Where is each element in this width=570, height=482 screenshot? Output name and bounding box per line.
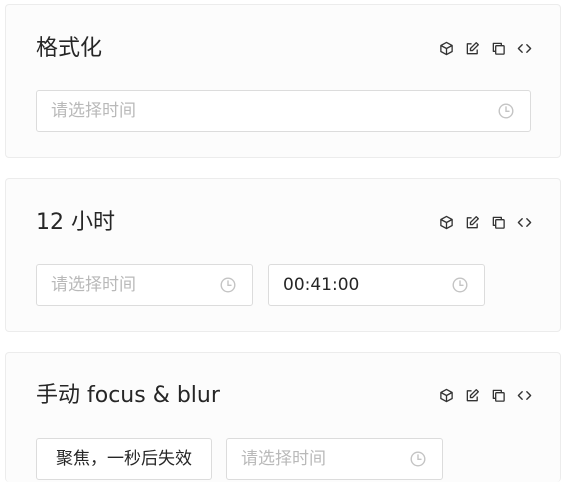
copy-icon[interactable] [490,40,506,56]
demo-toolbar [438,214,532,230]
time-picker-input[interactable]: 请选择时间 [36,90,531,132]
cube-icon[interactable] [438,387,454,403]
code-icon[interactable] [516,40,532,56]
demo-card-manual-focus-blur: 手动 focus & blur 聚焦，一秒后失效 请选择时间 [5,352,561,482]
clock-icon [220,277,236,293]
clock-icon [410,451,426,467]
time-picker-placeholder: 请选择时间 [51,101,136,121]
cube-icon[interactable] [438,40,454,56]
demo-toolbar [438,387,532,403]
code-icon[interactable] [516,387,532,403]
time-picker-input[interactable]: 请选择时间 [36,264,253,306]
edit-icon[interactable] [464,214,480,230]
card-title: 12 小时 [36,210,115,235]
time-picker-input[interactable]: 请选择时间 [226,438,443,480]
time-picker-placeholder: 请选择时间 [51,275,136,295]
cube-icon[interactable] [438,214,454,230]
card-title: 手动 focus & blur [36,383,220,408]
demo-card-12-hour: 12 小时 请选择时间 00:41:00 [5,178,561,332]
demo-card-format: 格式化 请选择时间 [5,4,561,158]
time-picker-value: 00:41:00 [283,275,360,295]
code-icon[interactable] [516,214,532,230]
focus-then-blur-button[interactable]: 聚焦，一秒后失效 [36,438,212,480]
time-picker-input-filled[interactable]: 00:41:00 [268,264,485,306]
clock-icon [498,103,514,119]
clock-icon [452,277,468,293]
demo-toolbar [438,40,532,56]
copy-icon[interactable] [490,214,506,230]
time-picker-placeholder: 请选择时间 [241,449,326,469]
edit-icon[interactable] [464,387,480,403]
edit-icon[interactable] [464,40,480,56]
copy-icon[interactable] [490,387,506,403]
card-title: 格式化 [36,36,103,61]
